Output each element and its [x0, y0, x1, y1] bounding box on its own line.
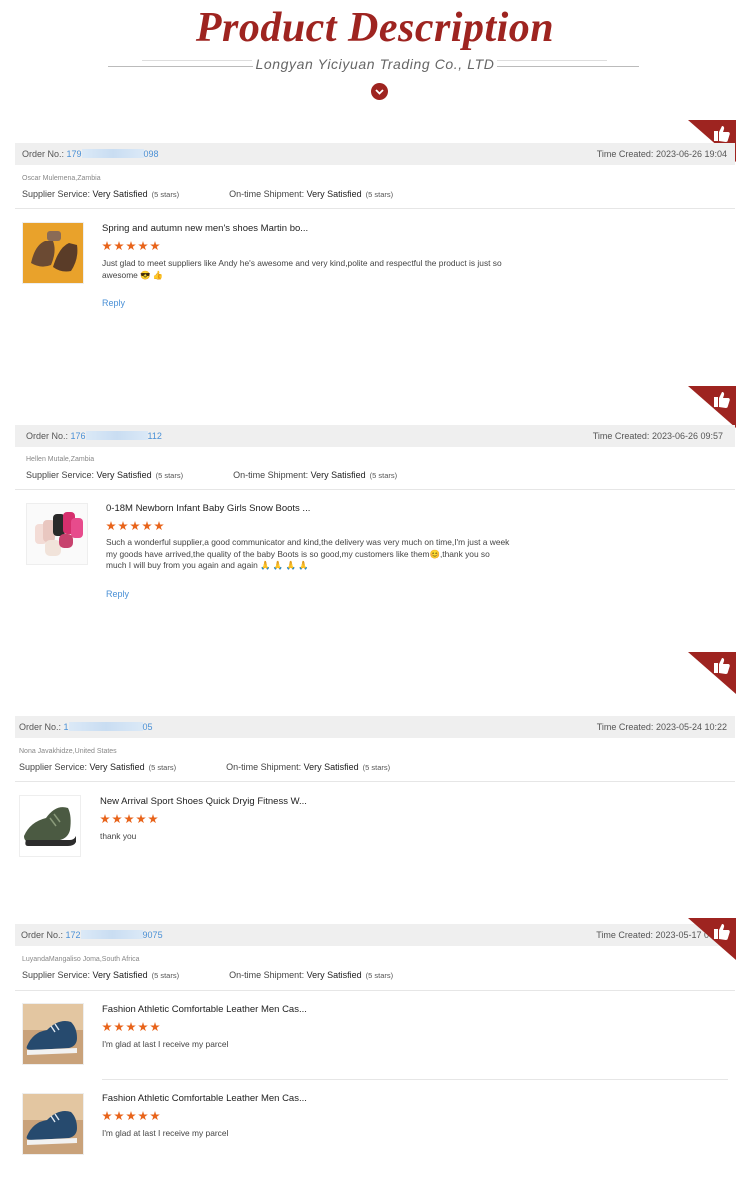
order-label: Order No.:	[19, 722, 64, 732]
product-title[interactable]: Fashion Athletic Comfortable Leather Men…	[102, 1004, 307, 1015]
star-icon	[102, 1022, 112, 1032]
star-icon	[126, 1022, 136, 1032]
order-label: Order No.:	[26, 431, 71, 441]
star-icon	[114, 1111, 124, 1121]
star-icon	[142, 521, 152, 531]
product-title[interactable]: Spring and autumn new men's shoes Martin…	[102, 223, 308, 234]
order-label: Order No.:	[22, 149, 67, 159]
time-label: Time Created:	[596, 930, 656, 940]
star-icon	[138, 1022, 148, 1032]
divider	[15, 990, 735, 991]
star-icon	[126, 1111, 136, 1121]
divider-line	[497, 66, 639, 67]
order-bar: Order No.: 179 098 Time Created: 2023-06-…	[15, 143, 735, 165]
star-icon	[136, 814, 146, 824]
chevron-down-icon[interactable]	[371, 83, 388, 100]
star-icon	[154, 521, 164, 531]
order-blur	[80, 930, 143, 939]
ratings-summary: Supplier Service: Very Satisfied (5 stars…	[19, 762, 391, 772]
order-number[interactable]: 172 9075	[66, 930, 163, 940]
thumbs-up-icon	[688, 918, 736, 960]
order-blur	[68, 722, 143, 731]
review-text: I'm glad at last I receive my parcel	[102, 1039, 229, 1049]
review-text: Such a wonderful supplier,a good communi…	[106, 537, 510, 570]
divider-line	[497, 60, 607, 61]
page-header: Product Description Longyan Yiciyuan Tra…	[0, 0, 750, 110]
time-label: Time Created:	[596, 149, 656, 159]
divider	[102, 1079, 728, 1080]
star-icon	[106, 521, 116, 531]
reply-link[interactable]: Reply	[106, 589, 129, 599]
order-label: Order No.:	[21, 930, 66, 940]
time-created: 2023-06-26 19:04	[655, 149, 727, 159]
star-icon	[150, 241, 160, 251]
company-name: Longyan Yiciyuan Trading Co., LTD	[255, 56, 495, 72]
star-icon	[114, 241, 124, 251]
star-icon	[102, 241, 112, 251]
star-icon	[126, 241, 136, 251]
product-thumbnail[interactable]	[26, 503, 88, 565]
review-text: Just glad to meet suppliers like Andy he…	[102, 258, 502, 280]
ratings-summary: Supplier Service: Very Satisfied (5 stars…	[26, 470, 398, 480]
star-icon	[138, 1111, 148, 1121]
star-icon	[112, 814, 122, 824]
product-thumbnail[interactable]	[22, 222, 84, 284]
rating-stars	[100, 814, 158, 824]
buyer-name: Hellen Mutale,Zambia	[26, 456, 95, 463]
divider	[15, 208, 735, 209]
star-icon	[130, 521, 140, 531]
page-title: Product Description	[195, 5, 555, 51]
rating-stars	[106, 521, 164, 531]
ratings-summary: Supplier Service: Very Satisfied (5 stars…	[22, 189, 394, 199]
ratings-summary: Supplier Service: Very Satisfied (5 stars…	[22, 970, 394, 980]
product-thumbnail[interactable]	[22, 1003, 84, 1065]
time-label: Time Created:	[596, 722, 656, 732]
review-text: I'm glad at last I receive my parcel	[102, 1128, 229, 1138]
buyer-name: LuyandaMangaliso Joma,South Africa	[22, 956, 140, 963]
star-icon	[138, 241, 148, 251]
time-created: 2023-05-24 10:22	[655, 722, 727, 732]
star-icon	[118, 521, 128, 531]
order-number[interactable]: 1 05	[64, 722, 153, 732]
order-bar: Order No.: 172 9075 Time Created: 2023-05…	[15, 924, 735, 946]
order-number[interactable]: 176 112	[71, 431, 162, 441]
order-blur	[85, 431, 148, 440]
star-icon	[100, 814, 110, 824]
buyer-name: Nona Javakhidze,United States	[19, 748, 117, 755]
buyer-name: Oscar Mulemena,Zambia	[22, 175, 101, 182]
divider	[15, 489, 735, 490]
reply-link[interactable]: Reply	[102, 298, 125, 308]
product-thumbnail[interactable]	[19, 795, 81, 857]
review-text: thank you	[100, 831, 137, 841]
star-icon	[148, 814, 158, 824]
thumbs-up-icon	[688, 386, 736, 428]
product-title[interactable]: Fashion Athletic Comfortable Leather Men…	[102, 1093, 307, 1104]
order-bar: Order No.: 176 112 Time Created: 2023-06-…	[15, 425, 735, 447]
divider	[15, 781, 735, 782]
star-icon	[102, 1111, 112, 1121]
order-bar: Order No.: 1 05 Time Created: 2023-05-24 …	[15, 716, 735, 738]
product-thumbnail[interactable]	[22, 1093, 84, 1155]
star-icon	[114, 1022, 124, 1032]
star-icon	[124, 814, 134, 824]
rating-stars	[102, 241, 160, 251]
time-label: Time Created:	[592, 431, 652, 441]
product-title[interactable]: New Arrival Sport Shoes Quick Dryig Fitn…	[100, 796, 307, 807]
star-icon	[150, 1111, 160, 1121]
order-blur	[81, 149, 144, 158]
rating-stars	[102, 1111, 160, 1121]
star-icon	[150, 1022, 160, 1032]
order-number[interactable]: 179 098	[67, 149, 159, 159]
thumbs-up-icon	[688, 652, 736, 694]
rating-stars	[102, 1022, 160, 1032]
product-title[interactable]: 0-18M Newborn Infant Baby Girls Snow Boo…	[106, 503, 310, 514]
time-created: 2023-06-26 09:57	[651, 431, 723, 441]
